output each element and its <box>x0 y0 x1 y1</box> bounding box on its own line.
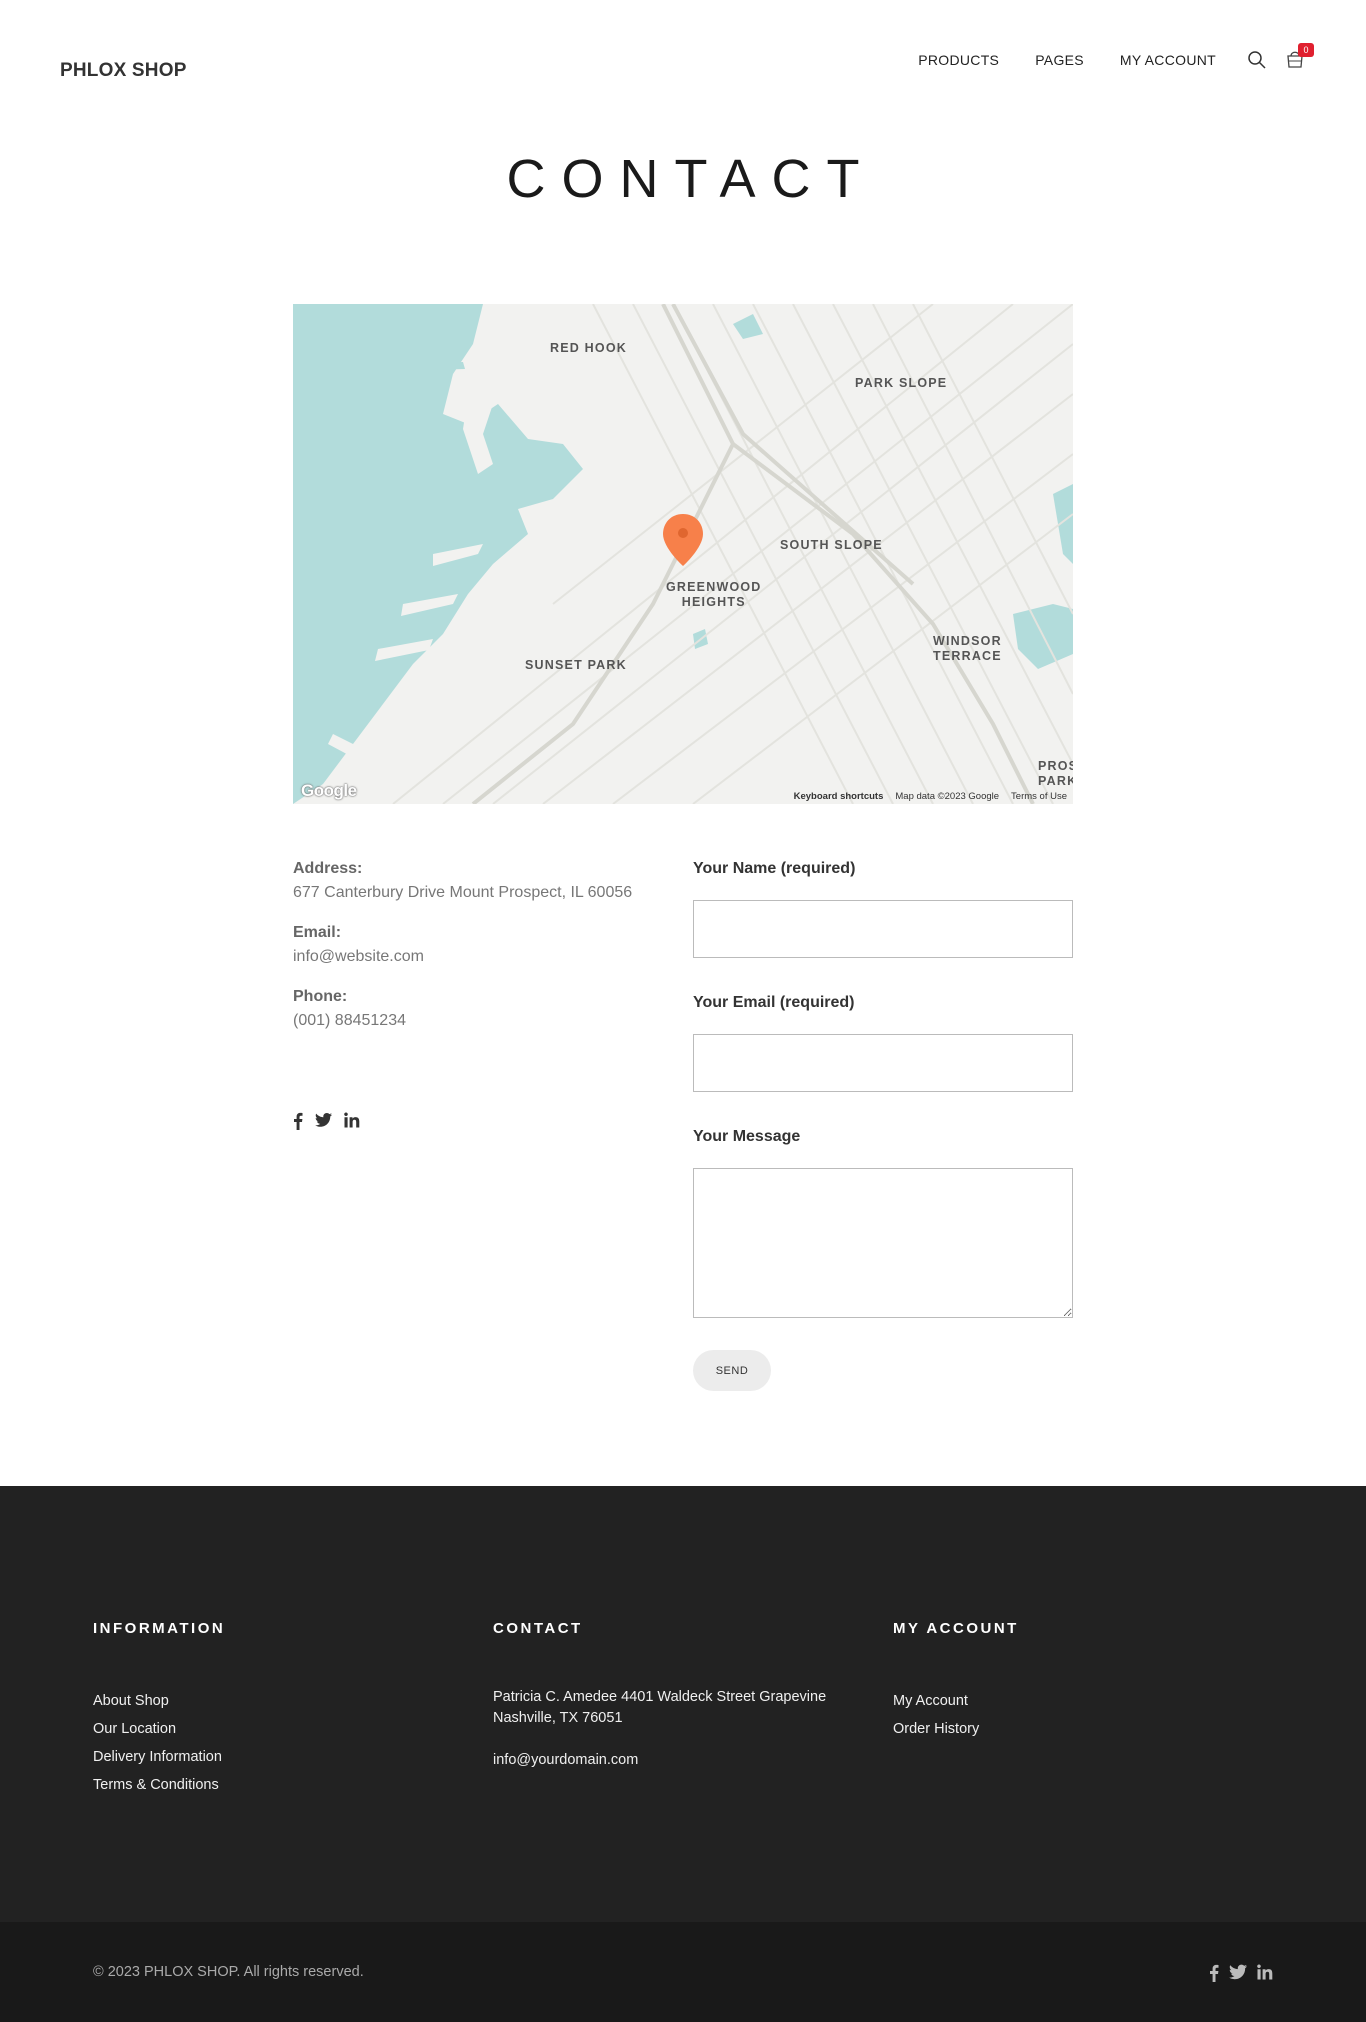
footer-contact-address: Patricia C. Amedee 4401 Waldeck Street G… <box>493 1689 827 1726</box>
message-field-label: Your Message <box>693 1128 801 1145</box>
name-field[interactable] <box>693 900 1073 958</box>
search-icon[interactable] <box>1247 50 1267 70</box>
map-footer: Keyboard shortcuts Map data ©2023 Google… <box>794 791 1067 802</box>
footer-link-delivery-information[interactable]: Delivery Information <box>93 1743 225 1771</box>
linkedin-icon[interactable] <box>1257 1964 1273 1980</box>
twitter-icon[interactable] <box>315 1112 332 1128</box>
footer-link-my-account[interactable]: My Account <box>893 1687 1019 1715</box>
contact-social-links <box>293 1112 360 1130</box>
map-label-sunset-park: SUNSET PARK <box>525 658 627 672</box>
main-nav: PRODUCTS PAGES MY ACCOUNT <box>918 52 1216 68</box>
footer-information-heading: INFORMATION <box>93 1620 226 1637</box>
footer-link-about-shop[interactable]: About Shop <box>93 1687 225 1715</box>
twitter-icon[interactable] <box>1229 1964 1247 1980</box>
email-field[interactable] <box>693 1034 1073 1092</box>
email-label: Email: <box>293 924 342 941</box>
map-canvas <box>293 304 1073 804</box>
terms-of-use-link[interactable]: Terms of Use <box>1011 791 1067 802</box>
footer-link-order-history[interactable]: Order History <box>893 1715 1019 1743</box>
name-field-label: Your Name (required) <box>693 860 856 877</box>
footer-information-column: INFORMATION About Shop Our Location Deli… <box>93 1620 225 1799</box>
phone-label: Phone: <box>293 988 348 1005</box>
nav-item-my-account[interactable]: MY ACCOUNT <box>1120 52 1216 68</box>
send-button[interactable]: SEND <box>693 1350 771 1391</box>
page-title: CONTACT <box>506 149 876 209</box>
facebook-icon[interactable] <box>293 1112 303 1130</box>
footer-social-links <box>1209 1964 1273 1982</box>
site-footer: INFORMATION About Shop Our Location Deli… <box>0 1486 1366 1922</box>
footer-my-account-column: MY ACCOUNT My Account Order History <box>893 1620 1019 1743</box>
footer-contact-heading: CONTACT <box>493 1620 583 1637</box>
address-value: 677 Canterbury Drive Mount Prospect, IL … <box>293 884 633 901</box>
phone-value: (001) 88451234 <box>293 1012 406 1029</box>
keyboard-shortcuts-link[interactable]: Keyboard shortcuts <box>794 791 884 802</box>
map-label-park-slope: PARK SLOPE <box>855 376 948 390</box>
address-label: Address: <box>293 860 363 877</box>
footer-contact-column: CONTACT Patricia C. Amedee 4401 Waldeck … <box>493 1620 873 1792</box>
footer-bottom-bar: © 2023 PHLOX SHOP. All rights reserved. <box>0 1922 1366 2022</box>
map-label-prospect-park: PROS PARK <box>1038 759 1073 788</box>
footer-link-our-location[interactable]: Our Location <box>93 1715 225 1743</box>
facebook-icon[interactable] <box>1209 1964 1219 1982</box>
message-field[interactable] <box>693 1168 1073 1318</box>
site-header: PHLOX SHOP PRODUCTS PAGES MY ACCOUNT 0 <box>0 0 1366 110</box>
contact-info: Address: 677 Canterbury Drive Mount Pros… <box>293 860 653 1052</box>
cart-count-badge: 0 <box>1298 43 1314 57</box>
linkedin-icon[interactable] <box>344 1112 360 1128</box>
footer-link-terms-conditions[interactable]: Terms & Conditions <box>93 1771 225 1799</box>
nav-item-products[interactable]: PRODUCTS <box>918 52 999 68</box>
google-logo: Google <box>301 781 357 800</box>
email-value: info@website.com <box>293 948 424 965</box>
contact-form: Your Name (required) Your Email (require… <box>693 860 1073 1318</box>
location-map[interactable]: RED HOOK PARK SLOPE SOUTH SLOPE GREENWOO… <box>293 304 1073 804</box>
map-label-red-hook: RED HOOK <box>550 341 627 355</box>
map-label-windsor-terrace: WINDSOR TERRACE <box>933 634 1002 663</box>
map-label-greenwood-heights: GREENWOOD HEIGHTS <box>666 580 762 609</box>
email-field-label: Your Email (required) <box>693 994 855 1011</box>
footer-contact-email[interactable]: info@yourdomain.com <box>493 1750 873 1771</box>
map-data-attribution: Map data ©2023 Google <box>895 791 1000 802</box>
map-label-south-slope: SOUTH SLOPE <box>780 538 883 552</box>
footer-my-account-heading: MY ACCOUNT <box>893 1620 1019 1637</box>
nav-item-pages[interactable]: PAGES <box>1035 52 1084 68</box>
site-logo[interactable]: PHLOX SHOP <box>60 60 187 82</box>
copyright-text: © 2023 PHLOX SHOP. All rights reserved. <box>93 1964 364 1980</box>
